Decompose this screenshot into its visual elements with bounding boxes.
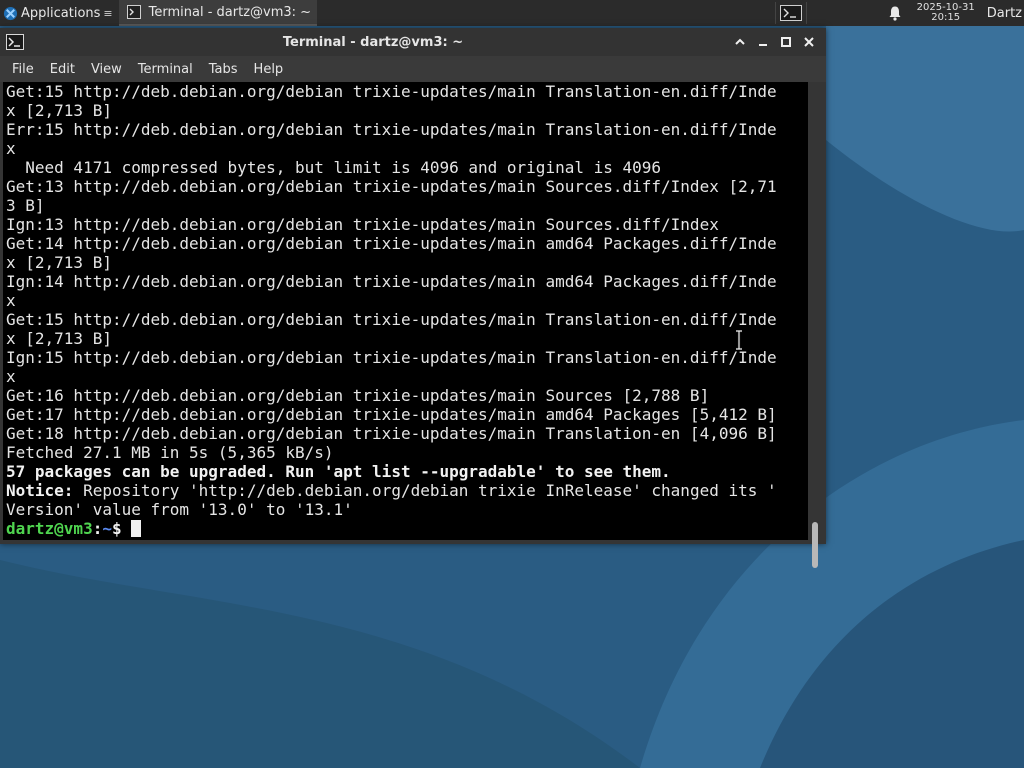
bell-icon[interactable]	[887, 5, 903, 21]
terminal-line: x [2,713 B]	[6, 101, 112, 120]
terminal-window: Terminal - dartz@vm3: ~ File Edit View T…	[0, 28, 826, 568]
notice-text: Repository 'http://deb.debian.org/debian…	[73, 481, 777, 500]
terminal-line: x	[6, 139, 16, 158]
text-cursor	[131, 520, 142, 537]
minimize-button[interactable]	[751, 28, 774, 56]
terminal-line: Ign:14 http://deb.debian.org/debian trix…	[6, 272, 777, 291]
notice-continuation-line: Version' value from '13.0' to '13.1'	[6, 500, 353, 519]
applications-arrow: ≡	[103, 6, 113, 20]
terminal-line: x	[6, 367, 16, 386]
terminal-line: Ign:15 http://deb.debian.org/debian trix…	[6, 348, 777, 367]
maximize-icon	[780, 37, 791, 47]
terminal-line: Get:15 http://deb.debian.org/debian trix…	[6, 82, 777, 101]
terminal-line: x [2,713 B]	[6, 329, 112, 348]
applications-label: Applications	[21, 5, 101, 21]
taskbar-terminal-button[interactable]: Terminal - dartz@vm3: ~	[118, 0, 318, 26]
chevron-up-icon	[734, 38, 745, 45]
menu-terminal[interactable]: Terminal	[130, 62, 201, 77]
prompt-user: dartz@vm3	[6, 519, 93, 538]
window-titlebar[interactable]: Terminal - dartz@vm3: ~	[0, 28, 826, 56]
prompt-line[interactable]: dartz@vm3:~$	[3, 519, 808, 538]
terminal-line: Get:15 http://deb.debian.org/debian trix…	[6, 310, 777, 329]
terminal-line: Err:15 http://deb.debian.org/debian trix…	[6, 120, 777, 139]
terminal-line: Get:17 http://deb.debian.org/debian trix…	[6, 405, 777, 424]
upgrade-summary-line: 57 packages can be upgraded. Run 'apt li…	[6, 462, 671, 481]
window-controls	[728, 28, 820, 56]
scrollbar-thumb[interactable]	[812, 522, 818, 568]
menubar: File Edit View Terminal Tabs Help	[0, 56, 826, 82]
shade-button[interactable]	[728, 28, 751, 56]
user-menu[interactable]: Dartz	[987, 6, 1022, 21]
ibeam-cursor-icon	[736, 330, 742, 350]
minimize-icon	[758, 44, 767, 46]
window-title: Terminal - dartz@vm3: ~	[282, 34, 464, 50]
terminal-line: Get:14 http://deb.debian.org/debian trix…	[6, 234, 777, 253]
top-panel: Applications ≡ Terminal - dartz@vm3: ~ 2…	[0, 0, 1024, 26]
close-icon	[803, 37, 814, 47]
workspace-icon	[779, 5, 802, 21]
terminal-output[interactable]: Get:15 http://deb.debian.org/debian trix…	[3, 82, 808, 540]
terminal-line: 3 B]	[6, 196, 45, 215]
menu-file[interactable]: File	[4, 62, 42, 77]
terminal-icon	[126, 5, 141, 19]
applications-menu-button[interactable]: Applications ≡	[0, 0, 117, 26]
panel-tray: 2025-10-31 20:15 Dartz	[774, 0, 1024, 26]
terminal-line: Get:18 http://deb.debian.org/debian trix…	[6, 424, 777, 443]
menu-edit[interactable]: Edit	[42, 62, 83, 77]
prompt-symbol: $	[111, 519, 132, 538]
prompt-path: ~	[102, 519, 112, 538]
terminal-icon	[6, 34, 24, 50]
menu-tabs[interactable]: Tabs	[201, 62, 246, 77]
workspace-switcher[interactable]	[774, 2, 807, 24]
terminal-line: Need 4171 compressed bytes, but limit is…	[6, 158, 662, 177]
terminal-line: Ign:13 http://deb.debian.org/debian trix…	[6, 215, 719, 234]
terminal-scrollbar[interactable]	[808, 82, 824, 568]
xfce-logo-icon	[3, 6, 18, 20]
menu-help[interactable]: Help	[246, 62, 292, 77]
terminal-line: x	[6, 291, 16, 310]
terminal-line: Get:13 http://deb.debian.org/debian trix…	[6, 177, 777, 196]
maximize-button[interactable]	[774, 28, 797, 56]
terminal-line: Get:16 http://deb.debian.org/debian trix…	[6, 386, 710, 405]
taskbar-terminal-label: Terminal - dartz@vm3: ~	[148, 4, 312, 20]
panel-clock[interactable]: 2025-10-31 20:15	[917, 3, 975, 23]
prompt-separator: :	[92, 519, 103, 538]
terminal-line: x [2,713 B]	[6, 253, 112, 272]
clock-time: 20:15	[931, 12, 961, 23]
close-button[interactable]	[797, 28, 820, 56]
menu-view[interactable]: View	[83, 62, 130, 77]
notice-label: Notice:	[6, 481, 74, 500]
terminal-line: Fetched 27.1 MB in 5s (5,365 kB/s)	[6, 443, 334, 462]
notice-line: Notice: Repository 'http://deb.debian.or…	[3, 481, 808, 500]
